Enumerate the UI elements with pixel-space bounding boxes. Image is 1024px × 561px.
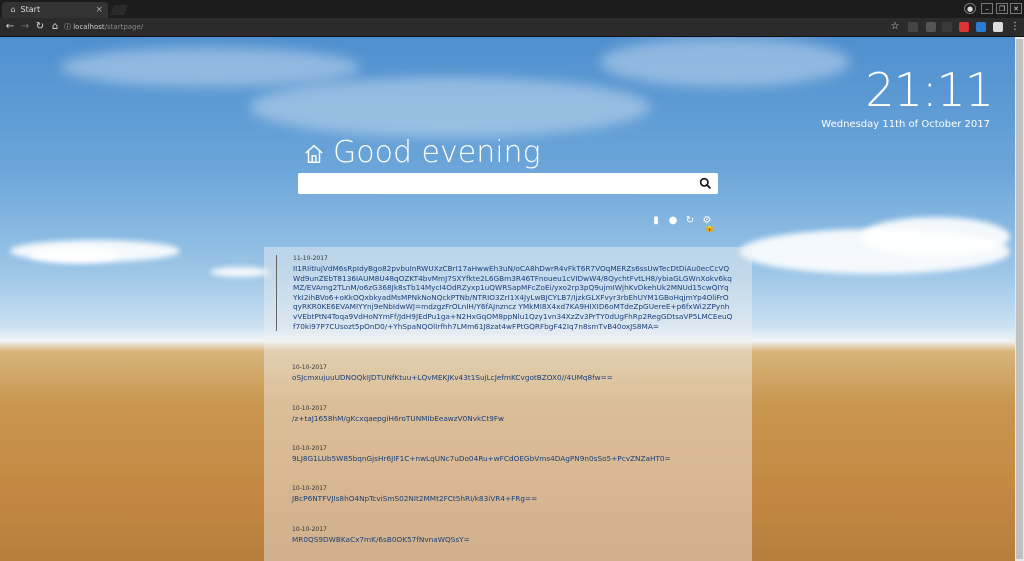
list-item[interactable]: 10-10-2017 JBcP6NTFVJIs8hO4NpTcviSmS02NI…: [292, 485, 732, 504]
startpage: 21:11 Wednesday 11th of October 2017 Goo…: [0, 37, 1015, 561]
bookmark-icon[interactable]: ▮: [650, 215, 662, 227]
entry-text[interactable]: 9LJ8G1LUb5W85bqnGjsHr6JIF1C+nwLqUNc7uDo0…: [292, 454, 732, 464]
extension-icon[interactable]: [959, 22, 969, 32]
entry-text[interactable]: /z+taJ1658hM/gKcxqaepgiH6roTUNMIbEeawzV0…: [292, 414, 732, 424]
forward-icon[interactable]: →: [18, 20, 32, 34]
chat-icon[interactable]: ●: [667, 215, 679, 227]
extension-icon[interactable]: [942, 22, 952, 32]
menu-icon[interactable]: ⋮: [1008, 20, 1022, 34]
tab-start[interactable]: ⌂ Start ×: [2, 2, 108, 18]
home-button-icon[interactable]: ⌂: [48, 20, 62, 34]
search-box: [298, 173, 718, 196]
entry-text[interactable]: II1RIitIujVdM6sRpIdyBgo82pvbuInRWUXzCBrI…: [293, 264, 733, 331]
info-icon: ⓘ: [64, 23, 71, 31]
url-host: localhost: [73, 23, 105, 31]
extension-icon[interactable]: [976, 22, 986, 32]
profile-icon[interactable]: ●: [964, 3, 976, 14]
tab-close-button[interactable]: ×: [95, 2, 103, 18]
extension-icon[interactable]: [908, 22, 918, 32]
scrollbar[interactable]: [1015, 37, 1024, 561]
entry-date: 10-10-2017: [292, 405, 327, 412]
reload-icon[interactable]: ↻: [33, 20, 47, 34]
new-tab-button[interactable]: [110, 5, 128, 15]
scrollbar-thumb[interactable]: [1016, 39, 1023, 559]
minimize-button[interactable]: –: [981, 3, 993, 14]
entry-date: 10-10-2017: [292, 526, 327, 533]
extension-icon[interactable]: [993, 22, 1003, 32]
unlock-icon[interactable]: 🔓: [704, 223, 715, 233]
back-icon[interactable]: ←: [3, 20, 17, 34]
entry-date: 11-10-2017: [293, 255, 328, 262]
bookmark-star-icon[interactable]: ☆: [888, 20, 902, 34]
address-bar[interactable]: ⓘ localhost/startpage/: [64, 20, 884, 34]
list-item[interactable]: 10-10-2017 oSJcmxujuuUDNOQkIJDTUNfKtuu+L…: [292, 364, 732, 383]
close-window-button[interactable]: ✕: [1010, 3, 1022, 14]
browser-toolbar: ← → ↻ ⌂ ⓘ localhost/startpage/ ☆ ⋮: [0, 18, 1024, 37]
entry-date: 10-10-2017: [292, 445, 327, 452]
url-path: /startpage/: [104, 23, 144, 31]
list-item[interactable]: 10-10-2017 9LJ8G1LUb5W85bqnGjsHr6JIF1C+n…: [292, 445, 732, 464]
entry-text[interactable]: JBcP6NTFVJIs8hO4NpTcviSmS02NIt2MMt2FCt5h…: [292, 494, 732, 504]
greeting: Good evening: [303, 135, 541, 170]
entry-text[interactable]: oSJcmxujuuUDNOQkIJDTUNfKtuu+LQvMEKJKv43t…: [292, 373, 732, 383]
entry-date: 10-10-2017: [292, 485, 327, 492]
list-item[interactable]: 11-10-2017 II1RIitIujVdM6sRpIdyBgo82pvbu…: [276, 255, 733, 332]
list-item[interactable]: 10-10-2017 /z+taJ1658hM/gKcxqaepgiH6roTU…: [292, 405, 732, 424]
list-item[interactable]: 10-10-2017 MR0QS9DWBKaCx7mK/6sB0OK57fNvn…: [292, 526, 732, 545]
sync-icon[interactable]: ↻: [684, 215, 696, 227]
search-input[interactable]: [298, 175, 700, 196]
entry-text[interactable]: MR0QS9DWBKaCx7mK/6sB0OK57fNvnaWQSsY=: [292, 535, 732, 545]
greeting-text: Good evening: [333, 135, 541, 170]
clock-date: Wednesday 11th of October 2017: [821, 119, 990, 130]
extension-icon[interactable]: [926, 22, 936, 32]
tab-title: Start: [20, 5, 41, 14]
entry-date: 10-10-2017: [292, 364, 327, 371]
home-icon: ⌂: [10, 5, 16, 14]
notes-panel: 11-10-2017 II1RIitIujVdM6sRpIdyBgo82pvbu…: [264, 247, 752, 561]
tab-bar: ⌂ Start × ● – ❐ ✕: [0, 0, 1024, 18]
home-icon: [305, 144, 323, 163]
search-icon[interactable]: [699, 177, 712, 190]
clock-time: 21:11: [865, 63, 994, 117]
maximize-button[interactable]: ❐: [996, 3, 1008, 14]
